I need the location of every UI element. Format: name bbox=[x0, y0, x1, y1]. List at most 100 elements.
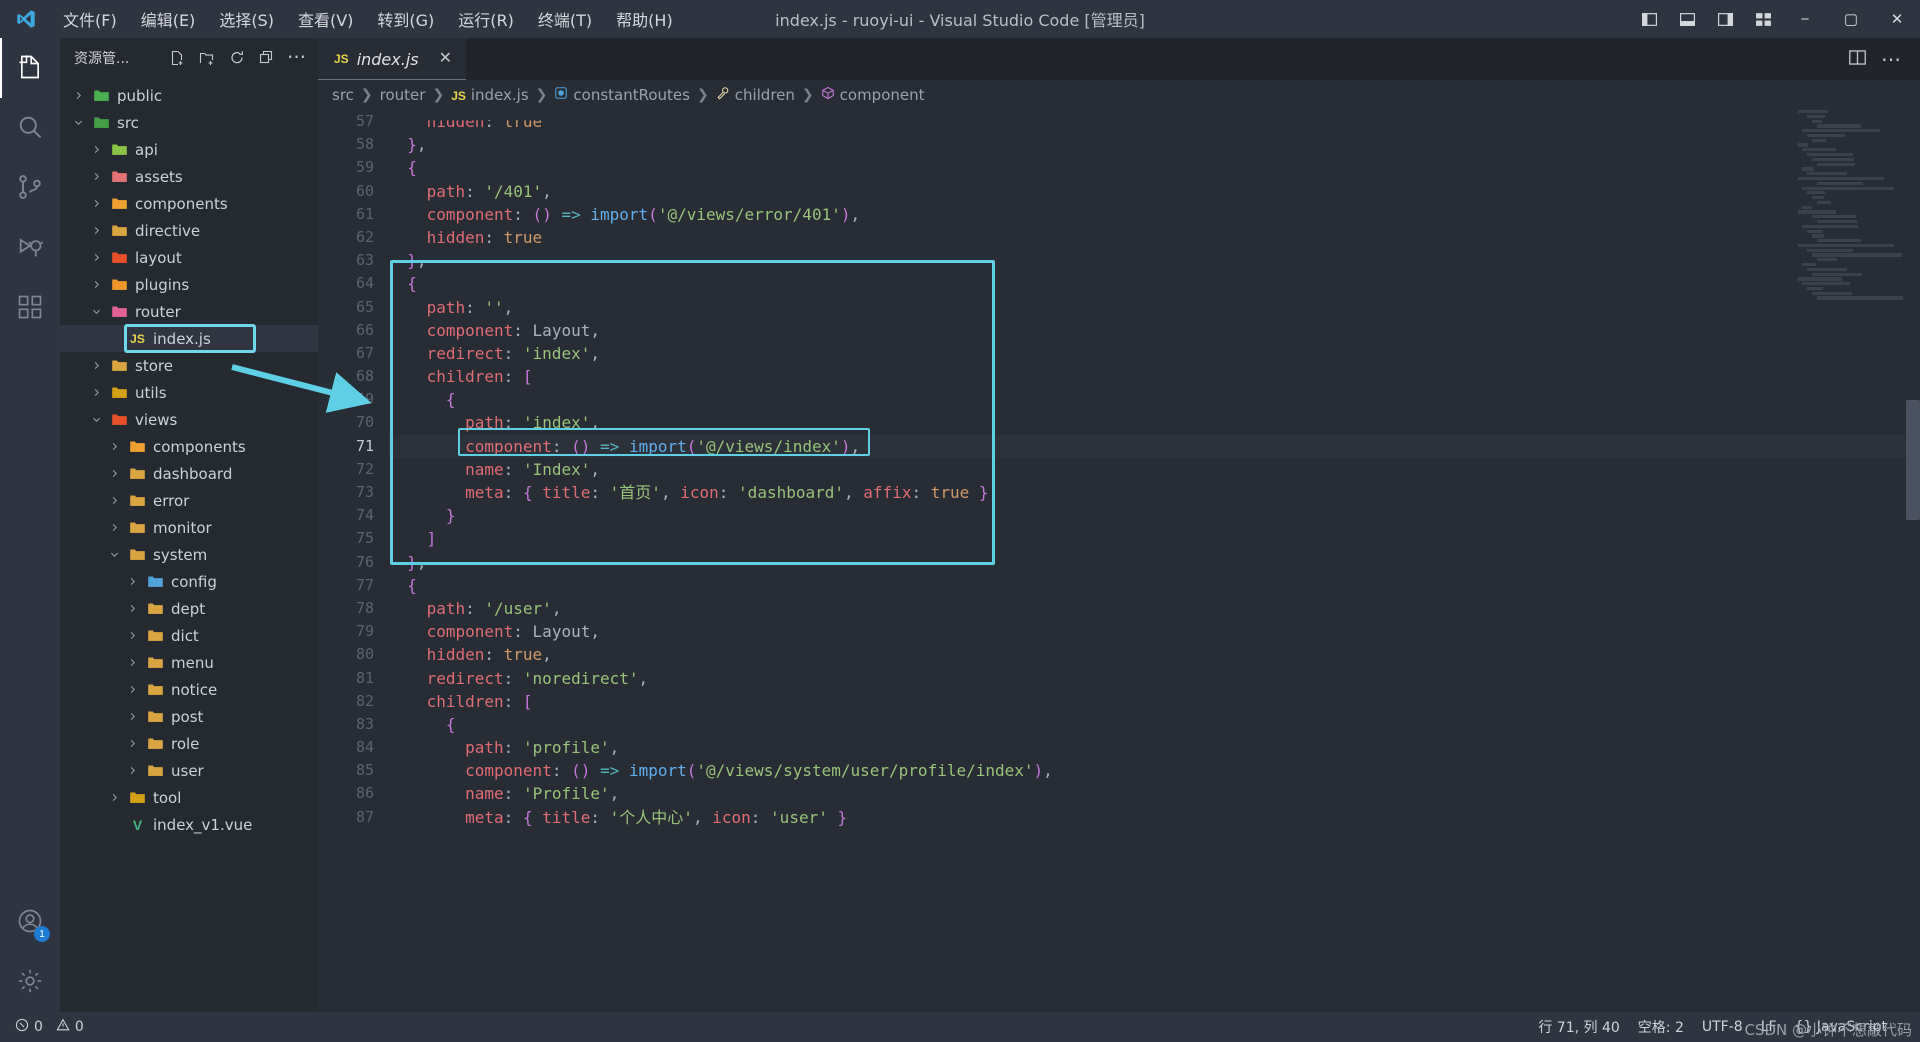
code-line[interactable]: children: [ bbox=[388, 365, 1920, 388]
chevron-right-icon[interactable] bbox=[124, 655, 140, 671]
chevron-right-icon[interactable] bbox=[88, 223, 104, 239]
tree-item-post[interactable]: post bbox=[60, 703, 318, 730]
chevron-down-icon[interactable] bbox=[106, 547, 122, 563]
status-cursor-position[interactable]: 行 71, 列 40 bbox=[1529, 1012, 1628, 1042]
chevron-right-icon[interactable] bbox=[106, 520, 122, 536]
new-file-icon[interactable] bbox=[164, 45, 190, 71]
menu-run[interactable]: 运行(R) bbox=[447, 3, 525, 35]
code-line[interactable]: path: '', bbox=[388, 296, 1920, 319]
tree-item-router[interactable]: router bbox=[60, 298, 318, 325]
chevron-right-icon[interactable] bbox=[88, 169, 104, 185]
menu-view[interactable]: 查看(V) bbox=[287, 3, 364, 35]
code-line[interactable]: meta: { title: '首页', icon: 'dashboard', … bbox=[388, 481, 1920, 504]
code-line[interactable]: { bbox=[388, 388, 1920, 411]
tree-item-user[interactable]: user bbox=[60, 757, 318, 784]
activity-item-settings[interactable] bbox=[0, 952, 60, 1012]
chevron-right-icon[interactable] bbox=[106, 493, 122, 509]
chevron-right-icon[interactable] bbox=[88, 385, 104, 401]
customize-layout-icon[interactable] bbox=[1744, 0, 1782, 38]
chevron-right-icon[interactable] bbox=[88, 142, 104, 158]
code-content[interactable]: hidden: true }, { path: '/401', componen… bbox=[388, 110, 1920, 1012]
tree-item-config[interactable]: config bbox=[60, 568, 318, 595]
code-line[interactable]: name: 'Profile', bbox=[388, 782, 1920, 805]
menu-help[interactable]: 帮助(H) bbox=[605, 3, 684, 35]
chevron-right-icon[interactable] bbox=[88, 196, 104, 212]
chevron-down-icon[interactable] bbox=[70, 115, 86, 131]
tree-item-index-js[interactable]: JS index.js bbox=[60, 324, 318, 353]
tree-item-dept[interactable]: dept bbox=[60, 595, 318, 622]
breadcrumb-item-constantroutes[interactable]: constantRoutes bbox=[554, 86, 690, 104]
more-actions-icon[interactable]: ⋯ bbox=[284, 45, 310, 71]
chevron-right-icon[interactable] bbox=[124, 574, 140, 590]
chevron-right-icon[interactable] bbox=[70, 88, 86, 104]
code-line[interactable]: path: '/user', bbox=[388, 597, 1920, 620]
code-line[interactable]: path: 'index', bbox=[388, 411, 1920, 434]
activity-item-accounts[interactable]: 1 bbox=[0, 892, 60, 952]
tree-item-src[interactable]: src bbox=[60, 109, 318, 136]
chevron-right-icon[interactable] bbox=[124, 628, 140, 644]
more-actions-icon[interactable]: ⋯ bbox=[1881, 47, 1902, 72]
toggle-secondary-sidebar-icon[interactable] bbox=[1706, 0, 1744, 38]
tree-item-tool[interactable]: tool bbox=[60, 784, 318, 811]
editor-scrollbar[interactable] bbox=[1906, 110, 1920, 1012]
breadcrumb-item-children[interactable]: children bbox=[716, 86, 795, 104]
code-line[interactable]: { bbox=[388, 574, 1920, 597]
activity-item-search[interactable] bbox=[0, 98, 60, 158]
status-problems[interactable]: 0 0 bbox=[6, 1012, 93, 1042]
breadcrumb-item-index-js[interactable]: JS index.js bbox=[451, 86, 528, 104]
code-line[interactable]: hidden: true, bbox=[388, 643, 1920, 666]
window-close-button[interactable]: ✕ bbox=[1874, 0, 1920, 38]
chevron-right-icon[interactable] bbox=[106, 790, 122, 806]
chevron-right-icon[interactable] bbox=[124, 682, 140, 698]
chevron-right-icon[interactable] bbox=[124, 763, 140, 779]
tree-item-monitor[interactable]: monitor bbox=[60, 514, 318, 541]
tree-item-error[interactable]: error bbox=[60, 487, 318, 514]
toggle-primary-sidebar-icon[interactable] bbox=[1630, 0, 1668, 38]
tree-item-system[interactable]: system bbox=[60, 541, 318, 568]
code-line[interactable]: component: Layout, bbox=[388, 319, 1920, 342]
refresh-icon[interactable] bbox=[224, 45, 250, 71]
code-line[interactable]: hidden: true bbox=[388, 226, 1920, 249]
activity-item-explorer[interactable] bbox=[0, 38, 60, 98]
code-line[interactable]: component: () => import('@/views/index')… bbox=[388, 434, 1920, 458]
code-line[interactable]: ] bbox=[388, 527, 1920, 550]
code-line[interactable]: redirect: 'noredirect', bbox=[388, 667, 1920, 690]
status-encoding[interactable]: UTF-8 bbox=[1693, 1012, 1752, 1042]
code-line[interactable]: meta: { title: '个人中心', icon: 'user' } bbox=[388, 806, 1920, 829]
window-minimize-button[interactable]: − bbox=[1782, 0, 1828, 38]
code-line[interactable]: redirect: 'index', bbox=[388, 342, 1920, 365]
split-editor-icon[interactable] bbox=[1848, 48, 1867, 70]
tree-item-index-v1-vue[interactable]: Vindex_v1.vue bbox=[60, 811, 318, 838]
code-line[interactable]: }, bbox=[388, 551, 1920, 574]
code-line[interactable]: name: 'Index', bbox=[388, 458, 1920, 481]
code-line[interactable]: hidden: true bbox=[388, 120, 1920, 133]
minimap[interactable] bbox=[1796, 110, 1906, 1012]
code-line[interactable]: component: Layout, bbox=[388, 620, 1920, 643]
menu-edit[interactable]: 编辑(E) bbox=[130, 3, 207, 35]
code-editor[interactable]: 57 58 59 60 61 62 63 64 65 66 67 68 69 70 71 72 73 74 75 76… bbox=[318, 110, 1920, 1012]
menu-terminal[interactable]: 终端(T) bbox=[527, 3, 603, 35]
code-line[interactable]: { bbox=[388, 713, 1920, 736]
collapse-all-icon[interactable] bbox=[254, 45, 280, 71]
code-line[interactable]: }, bbox=[388, 249, 1920, 272]
chevron-right-icon[interactable] bbox=[124, 709, 140, 725]
code-line[interactable]: }, bbox=[388, 133, 1920, 156]
chevron-down-icon[interactable] bbox=[88, 412, 104, 428]
tree-item-components[interactable]: components bbox=[60, 190, 318, 217]
breadcrumb-item-router[interactable]: router bbox=[380, 86, 426, 104]
code-line[interactable]: { bbox=[388, 156, 1920, 179]
menu-file[interactable]: 文件(F) bbox=[52, 3, 128, 35]
status-eol[interactable]: LF bbox=[1752, 1012, 1786, 1042]
tree-item-notice[interactable]: notice bbox=[60, 676, 318, 703]
tree-item-plugins[interactable]: plugins bbox=[60, 271, 318, 298]
activity-item-run-debug[interactable] bbox=[0, 218, 60, 278]
tree-item-views[interactable]: views bbox=[60, 406, 318, 433]
activity-item-source-control[interactable] bbox=[0, 158, 60, 218]
close-icon[interactable]: ✕ bbox=[439, 51, 452, 67]
chevron-right-icon[interactable] bbox=[106, 466, 122, 482]
tree-item-store[interactable]: store bbox=[60, 352, 318, 379]
breadcrumb-item-src[interactable]: src bbox=[332, 86, 354, 104]
tree-item-layout[interactable]: layout bbox=[60, 244, 318, 271]
tree-item-directive[interactable]: directive bbox=[60, 217, 318, 244]
chevron-right-icon[interactable] bbox=[88, 250, 104, 266]
